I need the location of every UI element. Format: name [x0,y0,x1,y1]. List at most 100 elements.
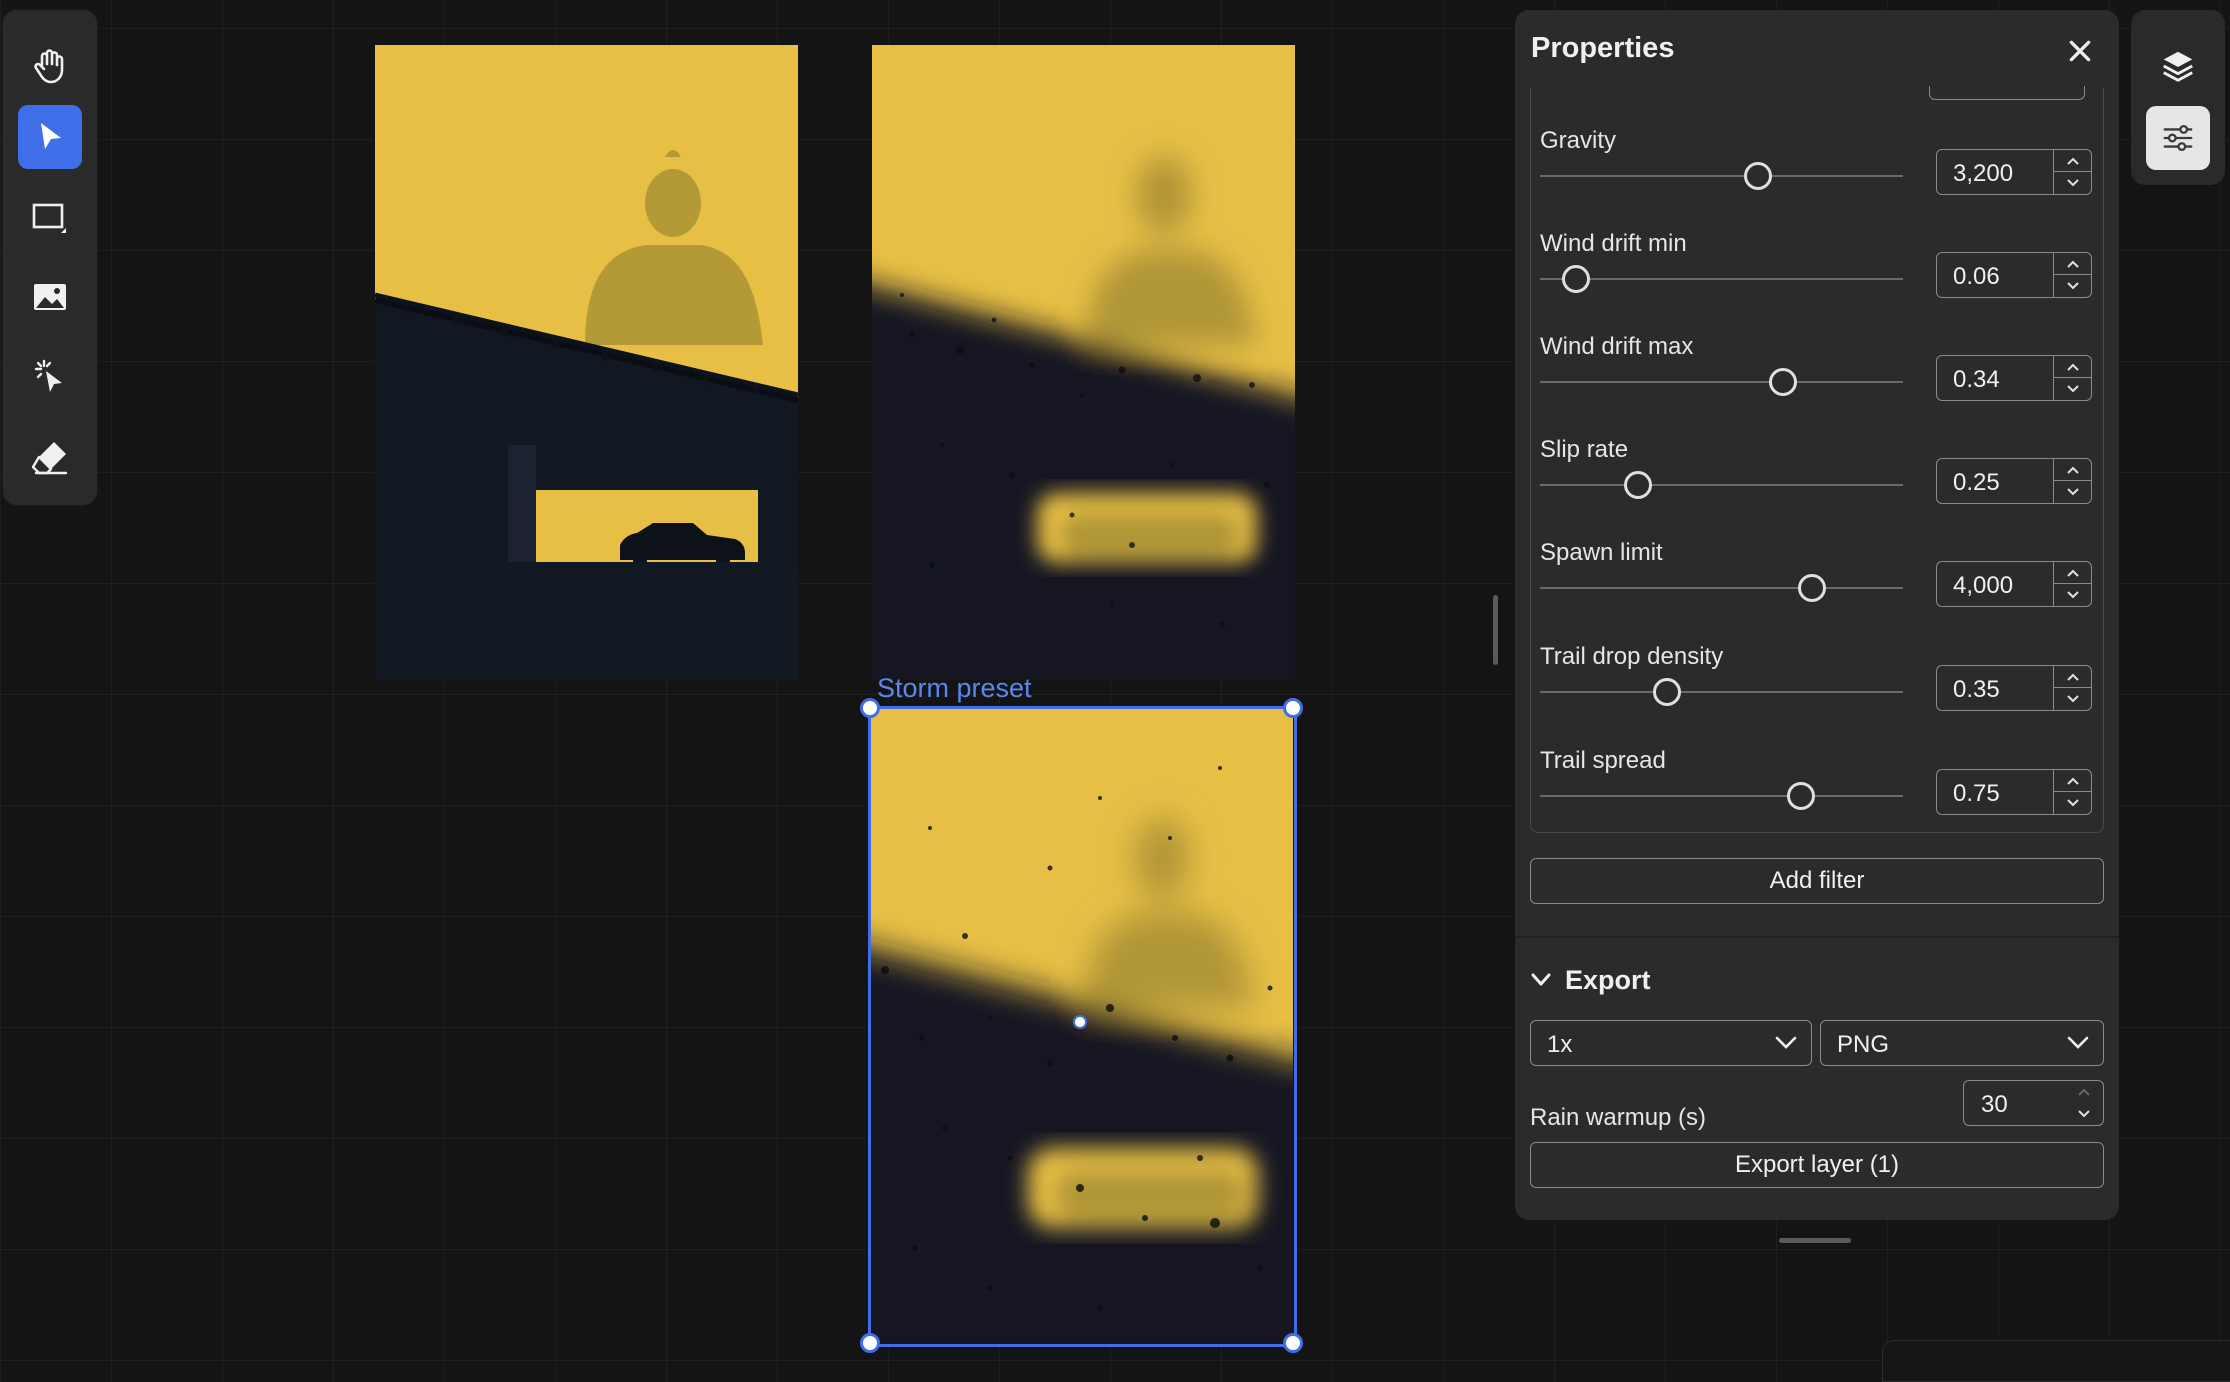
panel-resize-grip[interactable] [1779,1238,1851,1243]
chevron-up-icon [2078,1088,2090,1096]
property-value: 0.75 [1953,780,2000,807]
resize-handle-top-left[interactable] [860,698,880,718]
decrement-button[interactable] [2054,688,2091,710]
increment-button[interactable] [2054,459,2091,481]
decrement-button[interactable] [2054,275,2091,297]
layers-panel-button[interactable] [2146,34,2210,98]
increment-button[interactable] [2065,1081,2103,1103]
property-slider-track[interactable] [1540,795,1903,797]
increment-button[interactable] [2054,666,2091,688]
property-stepper[interactable] [2053,150,2091,194]
vertical-scrollbar[interactable] [1493,595,1498,665]
increment-button[interactable] [2054,770,2091,792]
resize-handle-bottom-left[interactable] [860,1333,880,1353]
hand-tool-button[interactable] [18,34,82,98]
chevron-up-icon [2066,363,2079,371]
property-value: 4,000 [1953,572,2014,599]
property-row: Trail drop density 0.35 [1540,643,2100,733]
resize-handle-bottom-right[interactable] [1283,1333,1303,1353]
property-label: Wind drift min [1540,230,1687,257]
chevron-up-icon [2066,260,2079,268]
chevron-down-icon [1531,973,1551,986]
eraser-tool-button[interactable] [18,425,82,489]
property-stepper[interactable] [2053,356,2091,400]
export-scale-select[interactable]: 1x [1530,1020,1812,1066]
panel-dock [2131,10,2225,185]
property-slider-track[interactable] [1540,278,1903,280]
increment-button[interactable] [2054,356,2091,378]
export-format-value: PNG [1837,1031,1890,1058]
add-filter-button[interactable]: Add filter [1530,858,2104,904]
chevron-down-icon [2078,1110,2090,1118]
decrement-button[interactable] [2065,1103,2103,1125]
rain-warmup-stepper[interactable] [2065,1081,2103,1125]
property-number-input[interactable]: 0.06 [1936,252,2092,298]
property-slider-thumb[interactable] [1798,574,1826,602]
canvas-frame-rain-blur[interactable] [872,45,1295,680]
decrement-button[interactable] [2054,172,2091,194]
export-section-toggle[interactable]: Export [1531,964,1651,996]
minimap-edge [1882,1340,2230,1382]
panel-title: Properties [1531,32,1675,64]
property-slider-track[interactable] [1540,691,1903,693]
export-format-select[interactable]: PNG [1820,1020,2104,1066]
property-slider-thumb[interactable] [1653,678,1681,706]
property-stepper[interactable] [2053,770,2091,814]
property-number-input[interactable]: 3,200 [1936,149,2092,195]
property-slider-track[interactable] [1540,484,1903,486]
property-number-input[interactable]: 0.75 [1936,769,2092,815]
magic-cursor-icon [34,359,62,392]
rain-warmup-label: Rain warmup (s) [1530,1104,1707,1131]
property-value: 0.35 [1953,676,2000,703]
canvas-frame-original[interactable] [375,45,798,680]
property-number-input[interactable]: 4,000 [1936,561,2092,607]
select-tool-button[interactable] [18,105,82,169]
clipped-number-field[interactable] [1929,86,2085,100]
increment-button[interactable] [2054,562,2091,584]
property-stepper[interactable] [2053,253,2091,297]
decrement-button[interactable] [2054,584,2091,606]
magic-select-tool-button[interactable] [18,345,82,409]
sliders-icon [2163,124,2193,152]
property-slider-track[interactable] [1540,381,1903,383]
properties-panel-button[interactable] [2146,106,2210,170]
decrement-button[interactable] [2054,481,2091,503]
property-stepper[interactable] [2053,666,2091,710]
rectangle-tool-button[interactable] [18,185,82,249]
chevron-down-icon [2066,179,2079,187]
property-number-input[interactable]: 0.34 [1936,355,2092,401]
chevron-down-icon [2066,385,2079,393]
decrement-button[interactable] [2054,378,2091,400]
tool-palette [3,10,97,505]
pivot-handle[interactable] [1073,1015,1087,1029]
property-slider-thumb[interactable] [1562,265,1590,293]
property-slider-track[interactable] [1540,175,1903,177]
property-number-input[interactable]: 0.25 [1936,458,2092,504]
property-slider-track[interactable] [1540,587,1903,589]
chevron-down-icon [2067,1036,2089,1049]
property-number-input[interactable]: 0.35 [1936,665,2092,711]
property-row: Trail spread 0.75 [1540,747,2100,837]
property-stepper[interactable] [2053,562,2091,606]
decrement-button[interactable] [2054,792,2091,814]
property-slider-thumb[interactable] [1787,782,1815,810]
chevron-down-icon [1775,1036,1797,1049]
property-label: Slip rate [1540,436,1629,463]
section-divider [1515,936,2119,938]
resize-handle-top-right[interactable] [1283,698,1303,718]
hand-icon [34,49,64,84]
property-slider-thumb[interactable] [1744,162,1772,190]
property-row: Slip rate 0.25 [1540,436,2100,526]
property-label: Gravity [1540,127,1617,154]
property-slider-thumb[interactable] [1624,471,1652,499]
image-tool-button[interactable] [18,265,82,329]
selected-frame-label[interactable]: Storm preset [877,673,1032,704]
close-panel-button[interactable] [2061,32,2099,70]
export-layer-button[interactable]: Export layer (1) [1530,1142,2104,1188]
property-slider-thumb[interactable] [1769,368,1797,396]
rain-warmup-input[interactable]: 30 [1963,1080,2104,1126]
increment-button[interactable] [2054,150,2091,172]
property-stepper[interactable] [2053,459,2091,503]
property-value: 0.06 [1953,263,2000,290]
increment-button[interactable] [2054,253,2091,275]
